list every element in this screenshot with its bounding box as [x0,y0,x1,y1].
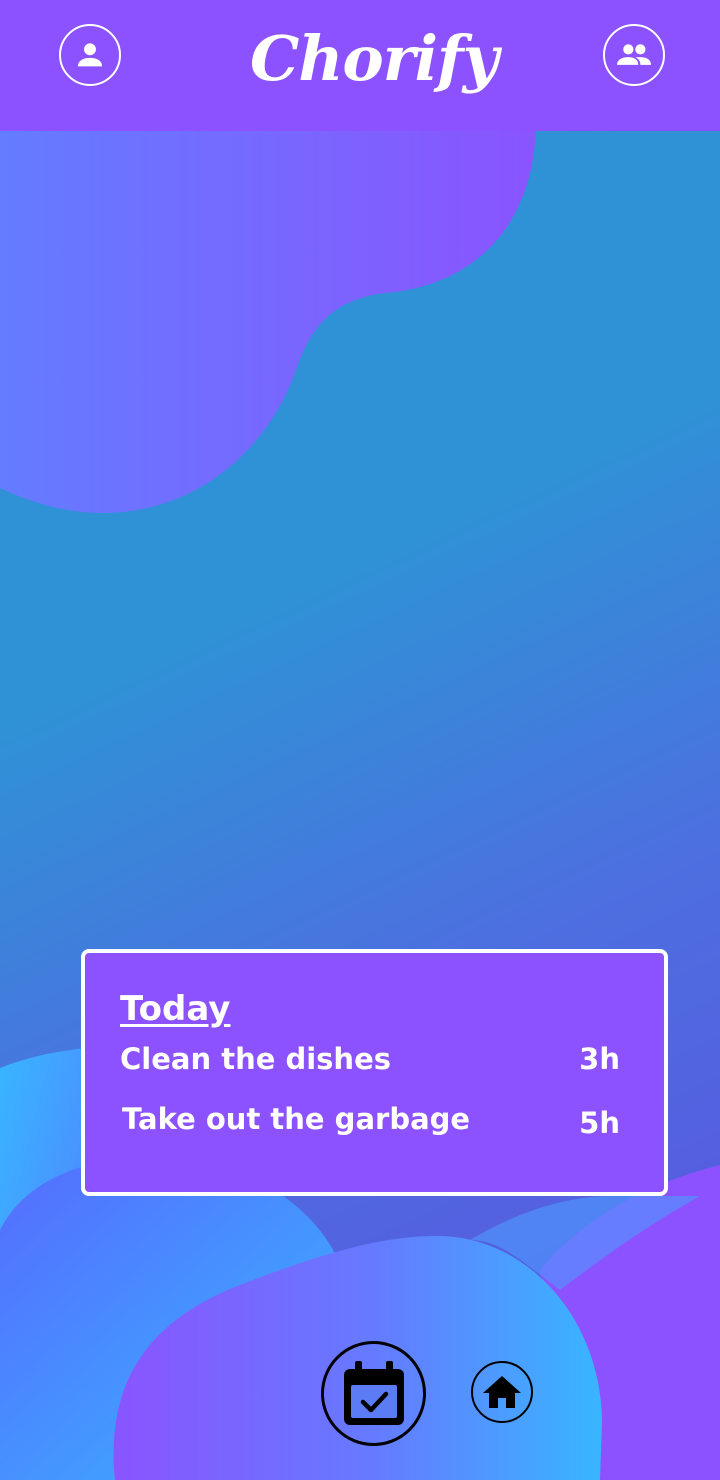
background-blobs [0,120,720,1480]
app-logo-title: Chorify [250,22,499,95]
chore-time: 5h [579,1106,620,1140]
profile-button[interactable] [59,24,121,86]
chore-name: Clean the dishes [120,1042,392,1076]
chore-name: Take out the garbage [122,1102,471,1136]
chore-item[interactable]: Take out the garbage 5h [122,1099,620,1140]
calendar-button[interactable] [321,1341,426,1446]
home-icon [483,1376,521,1408]
chore-item[interactable]: Clean the dishes 3h [120,1039,620,1079]
today-card: Today Clean the dishes 3h Take out the g… [81,949,668,1196]
group-button[interactable] [603,24,665,86]
group-icon [617,44,651,65]
calendar-check-icon [343,1360,404,1425]
today-title: Today [120,989,231,1029]
person-icon [77,43,103,67]
app-header: Chorify [0,0,720,131]
home-button[interactable] [471,1361,533,1423]
chore-time: 3h [579,1042,620,1076]
